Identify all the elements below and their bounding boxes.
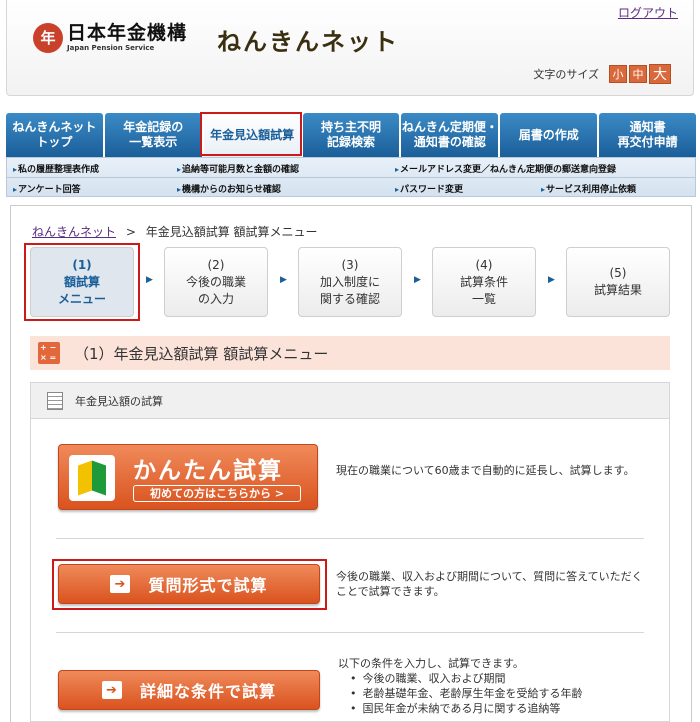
breadcrumb-home-link[interactable]: ねんきんネット	[32, 225, 116, 239]
subnav-notices[interactable]: 機構からのお知らせ確認	[177, 182, 281, 195]
logo-mark-icon: 年	[33, 22, 63, 53]
tab-periodic-notice[interactable]: ねんきん定期便・ 通知書の確認	[401, 113, 499, 157]
easy-estimate-button[interactable]: かんたん試算 初めての方はこちらから >	[58, 444, 318, 510]
subnav-password-change[interactable]: パスワード変更	[395, 182, 463, 195]
divider	[56, 632, 644, 633]
detailed-estimate-button[interactable]: ➔ 詳細な条件で試算	[58, 670, 320, 710]
logout-link[interactable]: ログアウト	[618, 4, 678, 21]
step-2: (2) 今後の職業 の入力	[164, 247, 268, 317]
logo-japanese-text: 日本年金機構	[67, 22, 188, 44]
font-size-label: 文字のサイズ	[533, 68, 599, 81]
step-4: (4) 試算条件 一覧	[432, 247, 536, 317]
step-arrow-icon: ▶	[548, 275, 555, 285]
list-item: 老齢基礎年金、老齢厚生年金を受給する年齢	[350, 686, 658, 701]
beginner-mark-icon	[69, 455, 115, 501]
section-header: （1）年金見込額試算 額試算メニュー	[30, 336, 670, 370]
current-step-highlight	[24, 243, 140, 321]
site-header: 年 日本年金機構 Japan Pension Service ねんきんネット 文…	[6, 0, 694, 96]
main-nav: ねんきんネット トップ 年金記録の 一覧表示 年金見込額試算 持ち主不明 記録検…	[6, 113, 697, 157]
subnav-service-stop[interactable]: サービス利用停止依頼	[541, 182, 636, 195]
font-size-switcher: 文字のサイズ 小 中 大	[533, 64, 671, 84]
subnav-history-sheet[interactable]: 私の履歴整理表作成	[13, 162, 99, 175]
tab-unknown-owner-search[interactable]: 持ち主不明 記録検索	[302, 113, 400, 157]
japan-pension-service-logo[interactable]: 年 日本年金機構 Japan Pension Service	[33, 22, 187, 53]
font-size-medium-button[interactable]: 中	[629, 65, 647, 83]
logo-english-text: Japan Pension Service	[67, 44, 155, 52]
breadcrumb-separator: >	[125, 225, 136, 239]
detailed-estimate-label: 詳細な条件で試算	[139, 682, 276, 701]
subnav-payment-months[interactable]: 追納等可能月数と金額の確認	[177, 162, 299, 175]
font-size-small-button[interactable]: 小	[609, 65, 627, 83]
step-3: (3) 加入制度に 関する確認	[298, 247, 402, 317]
easy-estimate-sublabel: 初めての方はこちらから >	[133, 485, 301, 502]
question-button-highlight	[52, 559, 327, 610]
site-title: ねんきんネット	[217, 28, 399, 56]
question-estimate-description: 今後の職業、収入および期間について、質問に答えていただくことで試算できます。	[336, 570, 643, 598]
tab-form-creation[interactable]: 届書の作成	[500, 113, 598, 157]
active-tab-highlight	[200, 112, 302, 156]
tab-pension-records[interactable]: 年金記録の 一覧表示	[104, 113, 202, 157]
subnav-email-change[interactable]: メールアドレス変更／ねんきん定期便の郵送意向登録	[395, 162, 616, 175]
arrow-right-icon: ➔	[101, 681, 122, 699]
subnav-survey[interactable]: アンケート回答	[13, 182, 81, 195]
breadcrumb-current: 年金見込額試算 額試算メニュー	[145, 225, 318, 239]
sub-nav: 私の履歴整理表作成 追納等可能月数と金額の確認 メールアドレス変更／ねんきん定期…	[6, 157, 696, 197]
font-size-large-button[interactable]: 大	[649, 64, 671, 84]
step-arrow-icon: ▶	[280, 275, 287, 285]
step-arrow-icon: ▶	[146, 275, 153, 285]
tab-nenkin-net-top[interactable]: ねんきんネット トップ	[6, 113, 103, 157]
detailed-estimate-description: 以下の条件を入力し、試算できます。 今後の職業、収入および期間 老齢基礎年金、老…	[338, 656, 658, 716]
easy-estimate-description: 現在の職業について60歳まで自動的に延長し、試算します。	[336, 464, 635, 477]
step-5: (5) 試算結果	[566, 247, 670, 317]
section-title: （1）年金見込額試算 額試算メニュー	[74, 344, 329, 363]
list-item: 今後の職業、収入および期間	[350, 671, 658, 686]
list-item: 国民年金が未納である月に関する追納等	[350, 701, 658, 716]
sheet-icon	[47, 391, 63, 410]
calculator-icon	[38, 342, 60, 364]
detailed-estimate-intro: 以下の条件を入力し、試算できます。	[338, 657, 524, 670]
divider	[56, 538, 644, 539]
breadcrumb: ねんきんネット > 年金見込額試算 額試算メニュー	[32, 223, 318, 240]
panel-title: 年金見込額の試算	[75, 394, 163, 408]
step-arrow-icon: ▶	[414, 275, 421, 285]
tab-reissue-request[interactable]: 通知書 再交付申請	[599, 113, 697, 157]
easy-estimate-label: かんたん試算	[133, 458, 283, 484]
